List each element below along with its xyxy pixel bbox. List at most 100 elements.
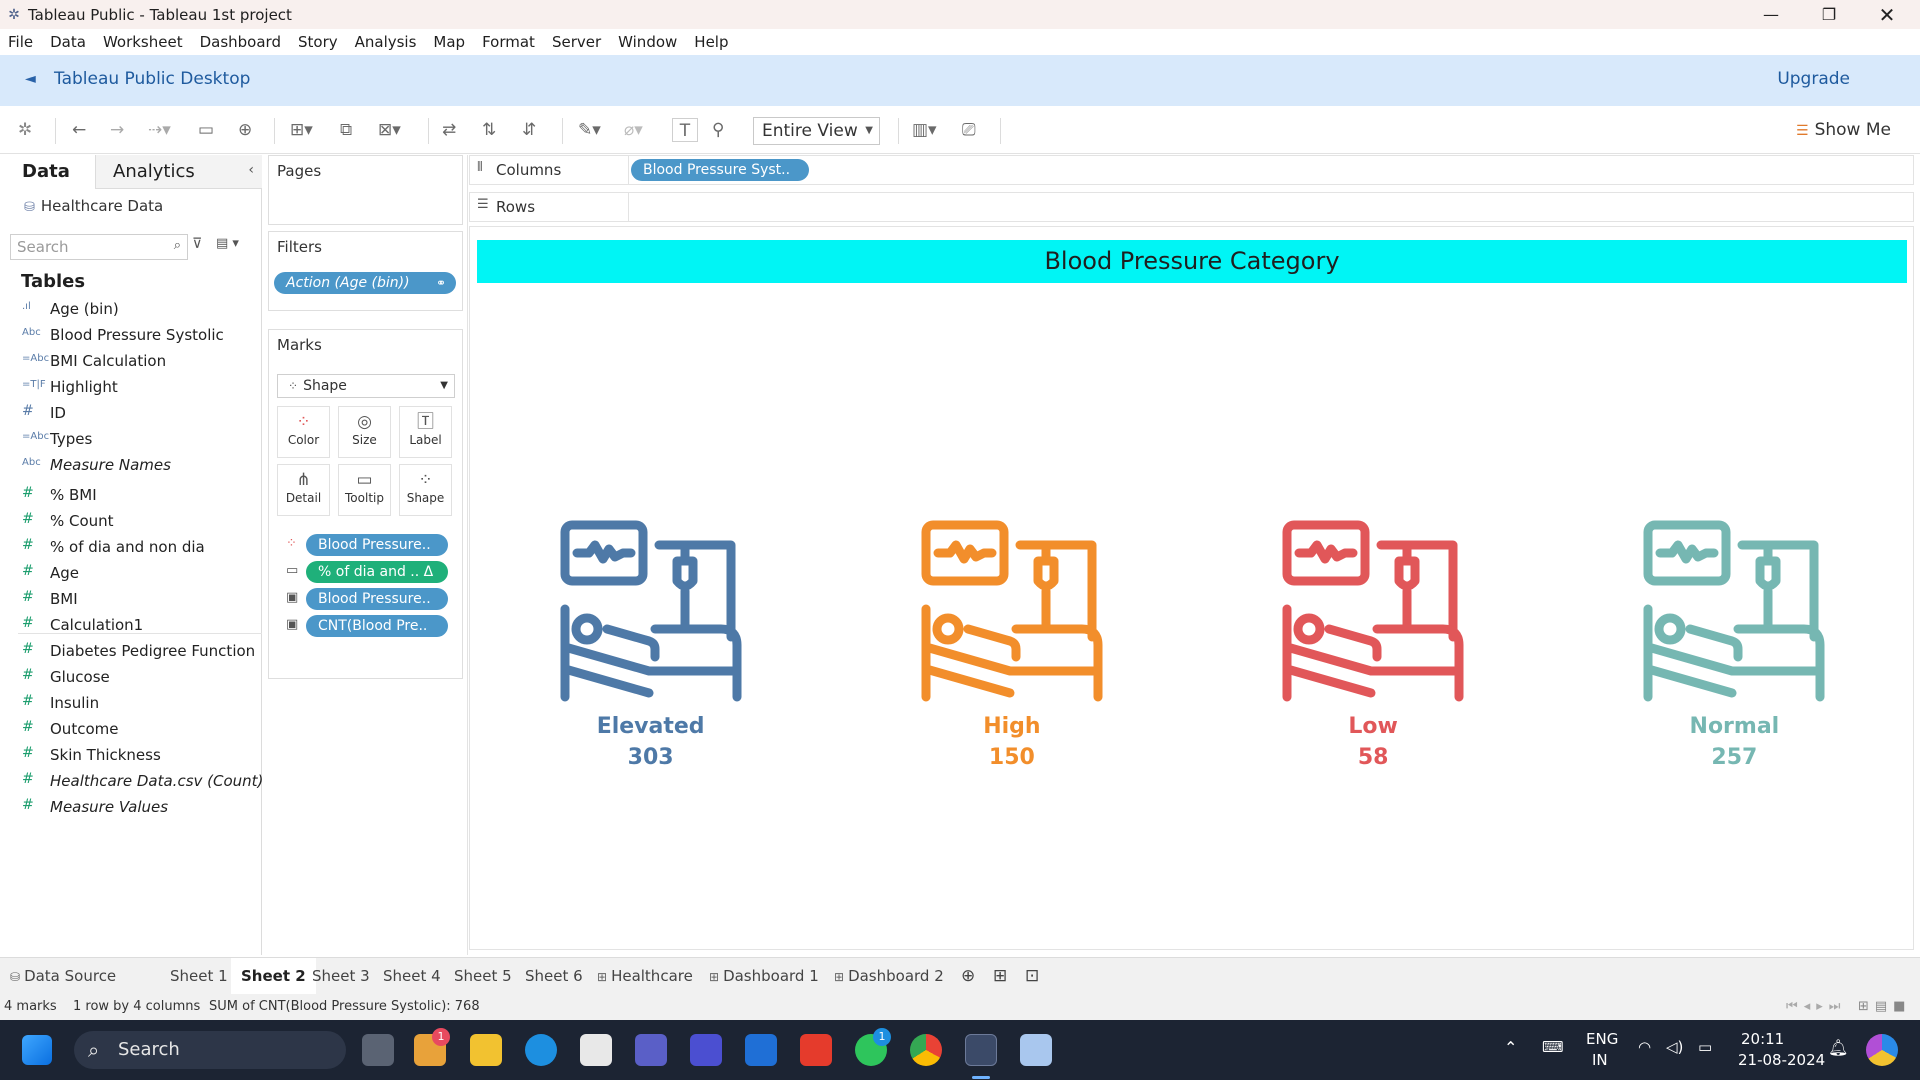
- presentation-icon[interactable]: ⎚: [962, 118, 976, 142]
- marks-color-button[interactable]: ⁘ Color: [277, 406, 330, 458]
- clock-time[interactable]: 20:11: [1741, 1030, 1784, 1048]
- volume-icon[interactable]: ◁): [1666, 1038, 1683, 1056]
- tab-dashboard-1[interactable]: ⊞ Dashboard 1: [709, 958, 819, 994]
- tab-data[interactable]: Data: [0, 155, 96, 189]
- tab-analytics[interactable]: Analytics ‹: [96, 155, 262, 188]
- sheet-navigation-icon[interactable]: ⏮◂▸⏭: [1786, 999, 1846, 1014]
- sort-descending-icon[interactable]: ⇵: [522, 118, 536, 142]
- hospital-bed-icon[interactable]: [1281, 519, 1465, 703]
- dimension-field[interactable]: =Abc BMI Calculation: [0, 349, 262, 375]
- field-search-input[interactable]: Search ⌕: [10, 234, 188, 260]
- measure-field[interactable]: # Measure Values: [0, 795, 262, 821]
- marks-tooltip-button[interactable]: ▭ Tooltip: [338, 464, 391, 516]
- tab-sheet-3[interactable]: Sheet 3: [312, 958, 370, 994]
- data-source-item[interactable]: ⛁ Healthcare Data: [24, 197, 163, 215]
- dimension-field[interactable]: Abc Measure Names: [0, 453, 262, 479]
- measure-field[interactable]: # Glucose: [0, 665, 262, 691]
- measure-field[interactable]: # % Count: [0, 509, 262, 535]
- marks-label-button[interactable]: 🅃 Label: [399, 406, 452, 458]
- wifi-icon[interactable]: ◠: [1638, 1038, 1651, 1056]
- keyboard-icon[interactable]: ⌨: [1542, 1038, 1564, 1056]
- task-view-icon[interactable]: [362, 1034, 394, 1066]
- microsoft-store-icon[interactable]: [580, 1034, 612, 1066]
- marks-field-pill[interactable]: CNT(Blood Pre..: [306, 615, 448, 637]
- fit-dropdown[interactable]: Entire View ▼: [753, 117, 880, 145]
- measure-field[interactable]: # Insulin: [0, 691, 262, 717]
- measure-field[interactable]: # Outcome: [0, 717, 262, 743]
- close-icon[interactable]: ✕: [1858, 0, 1916, 29]
- measure-field[interactable]: # Diabetes Pedigree Function: [0, 639, 262, 665]
- taskbar-search[interactable]: ⌕ Search: [74, 1031, 346, 1069]
- hospital-bed-icon[interactable]: [1642, 519, 1826, 703]
- copilot-icon[interactable]: [690, 1034, 722, 1066]
- menu-dashboard[interactable]: Dashboard: [192, 33, 290, 51]
- measure-field[interactable]: # Age: [0, 561, 262, 587]
- highlight-icon[interactable]: ✎▾: [578, 118, 601, 142]
- view-mode-icon[interactable]: ⊞▤■: [1858, 999, 1911, 1014]
- filter-fields-icon[interactable]: ⊽: [192, 236, 202, 252]
- marks-size-button[interactable]: ◎ Size: [338, 406, 391, 458]
- marks-shape-button[interactable]: ⁘ Shape: [399, 464, 452, 516]
- new-worksheet-tab-icon[interactable]: ⊕: [961, 958, 975, 994]
- language-label[interactable]: ENG: [1586, 1030, 1618, 1048]
- marks-detail-button[interactable]: ⋔ Detail: [277, 464, 330, 516]
- menu-worksheet[interactable]: Worksheet: [95, 33, 192, 51]
- menu-server[interactable]: Server: [544, 33, 610, 51]
- new-data-source-icon[interactable]: ⊕: [238, 118, 252, 142]
- tab-sheet-6[interactable]: Sheet 6: [525, 958, 583, 994]
- duplicate-icon[interactable]: ⧉: [340, 118, 352, 142]
- collapse-pane-icon[interactable]: ‹: [248, 162, 254, 178]
- tab-data-source[interactable]: ⛁ Data Source: [10, 958, 116, 994]
- windows-start-icon[interactable]: [22, 1035, 52, 1065]
- new-worksheet-icon[interactable]: ⊞▾: [290, 118, 313, 142]
- mark-type-dropdown[interactable]: ⁘ Shape ▼: [277, 374, 455, 398]
- marks-field-pill[interactable]: % of dia and .. Δ: [306, 561, 448, 583]
- sort-ascending-icon[interactable]: ⇅: [482, 118, 496, 142]
- new-story-tab-icon[interactable]: ⊡: [1025, 958, 1039, 994]
- chrome-icon[interactable]: [910, 1034, 942, 1066]
- dimension-field[interactable]: =T|F Highlight: [0, 375, 262, 401]
- tableau-logo-icon[interactable]: ✲: [18, 118, 32, 142]
- measure-field[interactable]: # Skin Thickness: [0, 743, 262, 769]
- tab-sheet-4[interactable]: Sheet 4: [383, 958, 441, 994]
- tab-dashboard-2[interactable]: ⊞ Dashboard 2: [834, 958, 944, 994]
- hospital-bed-icon[interactable]: [559, 519, 743, 703]
- wps-office-icon[interactable]: [800, 1034, 832, 1066]
- marks-field-pill[interactable]: Blood Pressure..: [306, 534, 448, 556]
- file-explorer-icon[interactable]: [470, 1034, 502, 1066]
- show-labels-icon[interactable]: T: [672, 118, 698, 142]
- replay-icon[interactable]: ⇢▾: [148, 118, 171, 142]
- columns-shelf[interactable]: ⦀ Columns Blood Pressure Syst..: [469, 155, 1914, 185]
- measure-field[interactable]: # Healthcare Data.csv (Count): [0, 769, 263, 795]
- tableau-taskbar-icon[interactable]: [965, 1034, 997, 1066]
- columns-pill[interactable]: Blood Pressure Syst..: [631, 159, 809, 181]
- swap-icon[interactable]: ⇄: [442, 118, 456, 142]
- edge-browser-icon[interactable]: [525, 1034, 557, 1066]
- copilot-tray-icon[interactable]: [1866, 1034, 1898, 1066]
- tab-sheet-2[interactable]: Sheet 2: [231, 958, 316, 994]
- menu-format[interactable]: Format: [474, 33, 544, 51]
- clear-sheet-icon[interactable]: ⊠▾: [378, 118, 401, 142]
- battery-icon[interactable]: ▭: [1698, 1038, 1712, 1056]
- teams-icon[interactable]: [635, 1034, 667, 1066]
- menu-help[interactable]: Help: [686, 33, 737, 51]
- minimize-icon[interactable]: —: [1742, 0, 1800, 29]
- marks-field-pill[interactable]: Blood Pressure..: [306, 588, 448, 610]
- worksheet-view[interactable]: Blood Pressure Category Elevated 303 High 1…: [469, 226, 1914, 950]
- upgrade-link[interactable]: Upgrade: [1777, 69, 1850, 89]
- dimension-field[interactable]: .ıl Age (bin): [0, 297, 262, 323]
- menu-map[interactable]: Map: [425, 33, 474, 51]
- measure-field[interactable]: # % BMI: [0, 483, 262, 509]
- filters-card[interactable]: Filters Action (Age (bin)) ⚭: [268, 231, 463, 311]
- dimension-field[interactable]: # ID: [0, 401, 262, 427]
- menu-story[interactable]: Story: [290, 33, 347, 51]
- fix-axes-icon[interactable]: ⚲: [712, 118, 724, 142]
- view-options-icon[interactable]: ▤ ▾: [216, 236, 239, 251]
- tab-sheet-5[interactable]: Sheet 5: [454, 958, 512, 994]
- chevron-up-icon[interactable]: ⌃: [1504, 1038, 1517, 1057]
- hospital-bed-icon[interactable]: [920, 519, 1104, 703]
- new-dashboard-tab-icon[interactable]: ⊞: [993, 958, 1007, 994]
- show-me-button[interactable]: ☰ Show Me: [1796, 118, 1891, 143]
- filter-pill[interactable]: Action (Age (bin)) ⚭: [274, 272, 456, 294]
- measure-field[interactable]: # BMI: [0, 587, 262, 613]
